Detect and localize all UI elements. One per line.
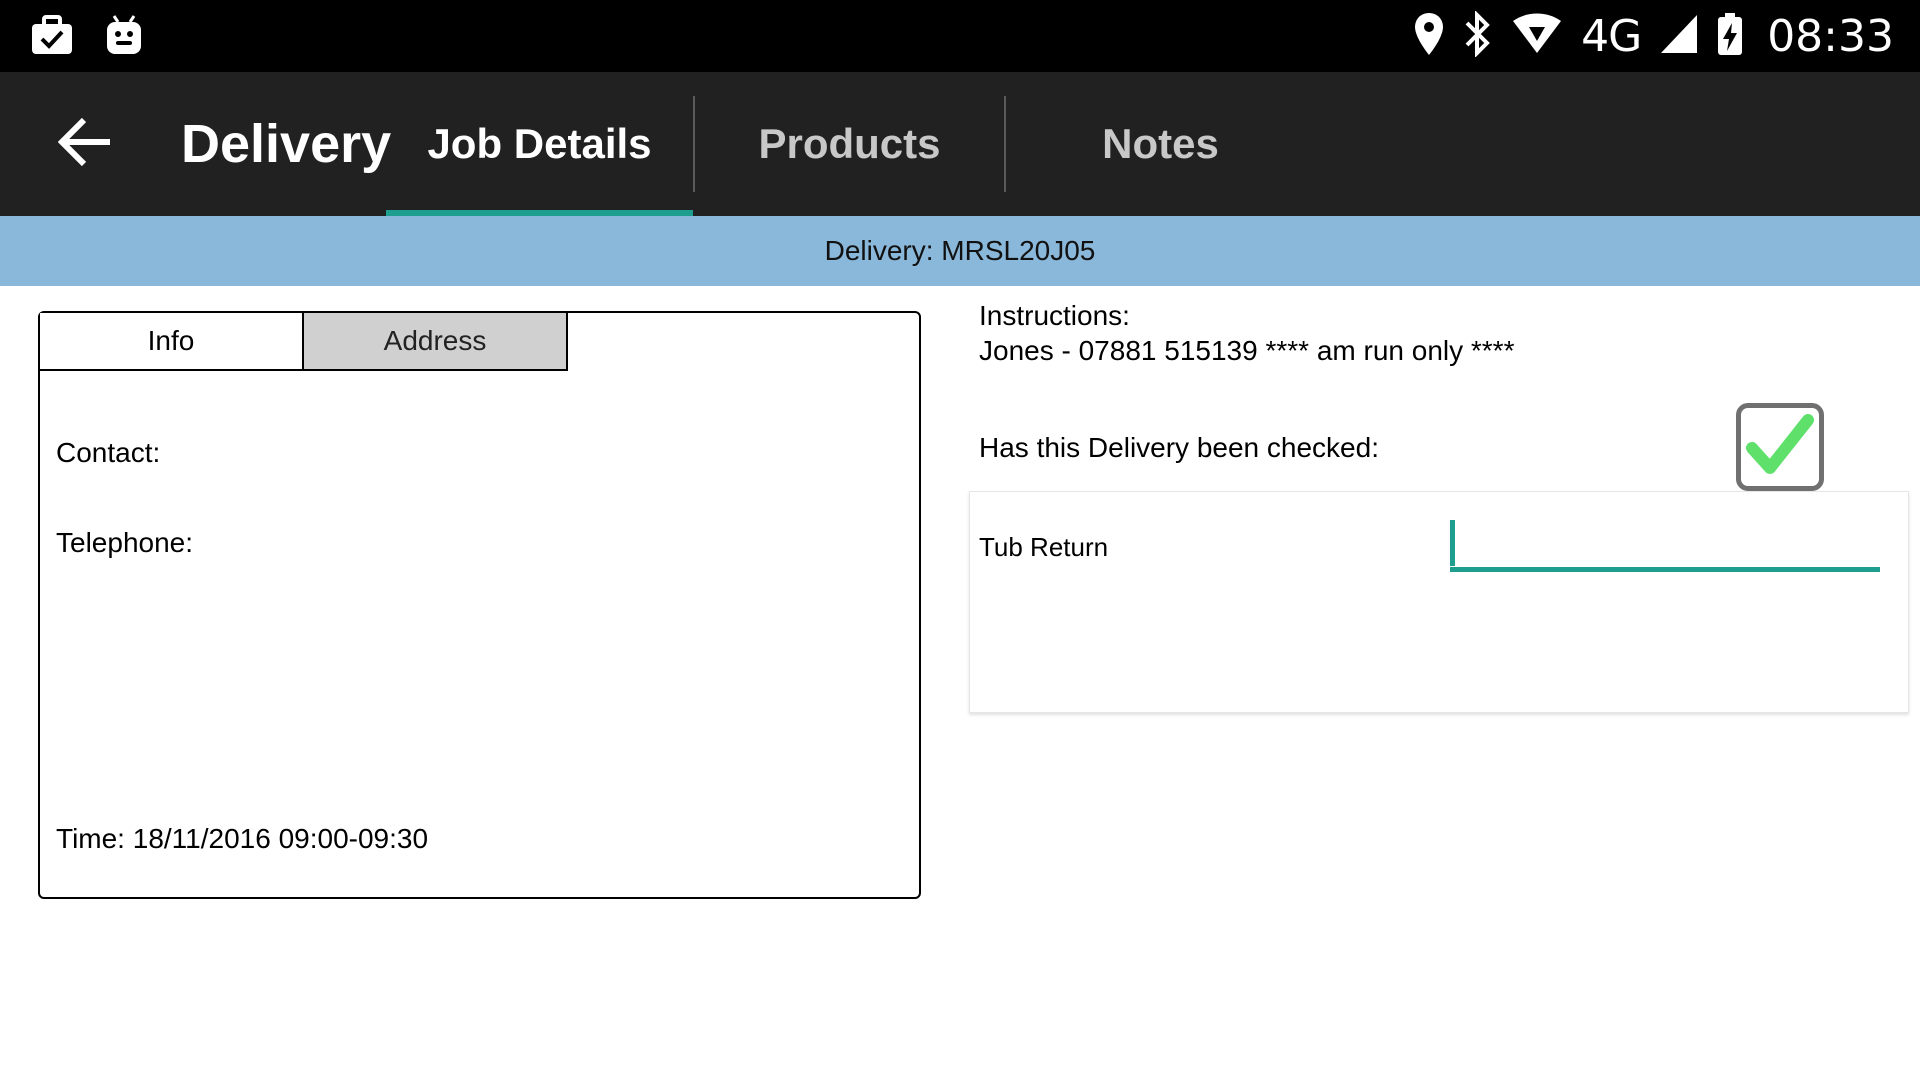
telephone-label: Telephone: <box>56 527 194 558</box>
instructions: Instructions: Jones - 07881 515139 **** … <box>979 298 1514 368</box>
tab-job-details[interactable]: Job Details <box>386 72 693 216</box>
status-bar: 4G 08:33 <box>0 0 1920 72</box>
tab-products[interactable]: Products <box>695 72 1004 216</box>
instructions-label: Instructions: <box>979 300 1130 331</box>
delivery-banner: Delivery: MRSL20J05 <box>0 216 1920 286</box>
subtab-info[interactable]: Info <box>40 313 304 371</box>
back-button[interactable] <box>50 108 122 180</box>
delivery-checked-checkbox[interactable] <box>1736 403 1824 491</box>
app-bar: Delivery Job Details Products Notes <box>0 72 1920 216</box>
tab-notes[interactable]: Notes <box>1006 72 1315 216</box>
briefcase-check-icon <box>30 14 74 63</box>
info-panel: Info Address Contact: Telephone: Time: 1… <box>38 311 921 899</box>
instructions-text: Jones - 07881 515139 **** am run only **… <box>979 335 1515 366</box>
delivery-checked-label: Has this Delivery been checked: <box>979 432 1379 463</box>
tab-bar: Job Details Products Notes <box>386 72 1315 216</box>
status-clock: 08:33 <box>1767 10 1894 62</box>
battery-charging-icon <box>1717 11 1743 62</box>
tub-return-label: Tub Return <box>979 532 1109 562</box>
tub-return-input[interactable] <box>1450 522 1880 572</box>
wifi-icon <box>1511 13 1563 60</box>
arrow-left-icon <box>57 117 114 172</box>
contact-label: Contact: <box>56 437 161 468</box>
signal-icon <box>1659 13 1699 60</box>
check-mark-icon <box>1746 413 1814 481</box>
text-cursor <box>1450 520 1455 566</box>
bluetooth-icon <box>1463 9 1493 62</box>
tub-return-card: Tub Return <box>969 491 1909 713</box>
android-icon <box>104 14 144 63</box>
subtab-address[interactable]: Address <box>304 313 568 371</box>
info-subtabs: Info Address <box>40 313 568 371</box>
delivery-time: Time: 18/11/2016 09:00-09:30 <box>56 823 429 854</box>
location-pin-icon <box>1413 11 1445 62</box>
network-type: 4G <box>1581 10 1642 62</box>
page-title: Delivery <box>181 114 392 174</box>
